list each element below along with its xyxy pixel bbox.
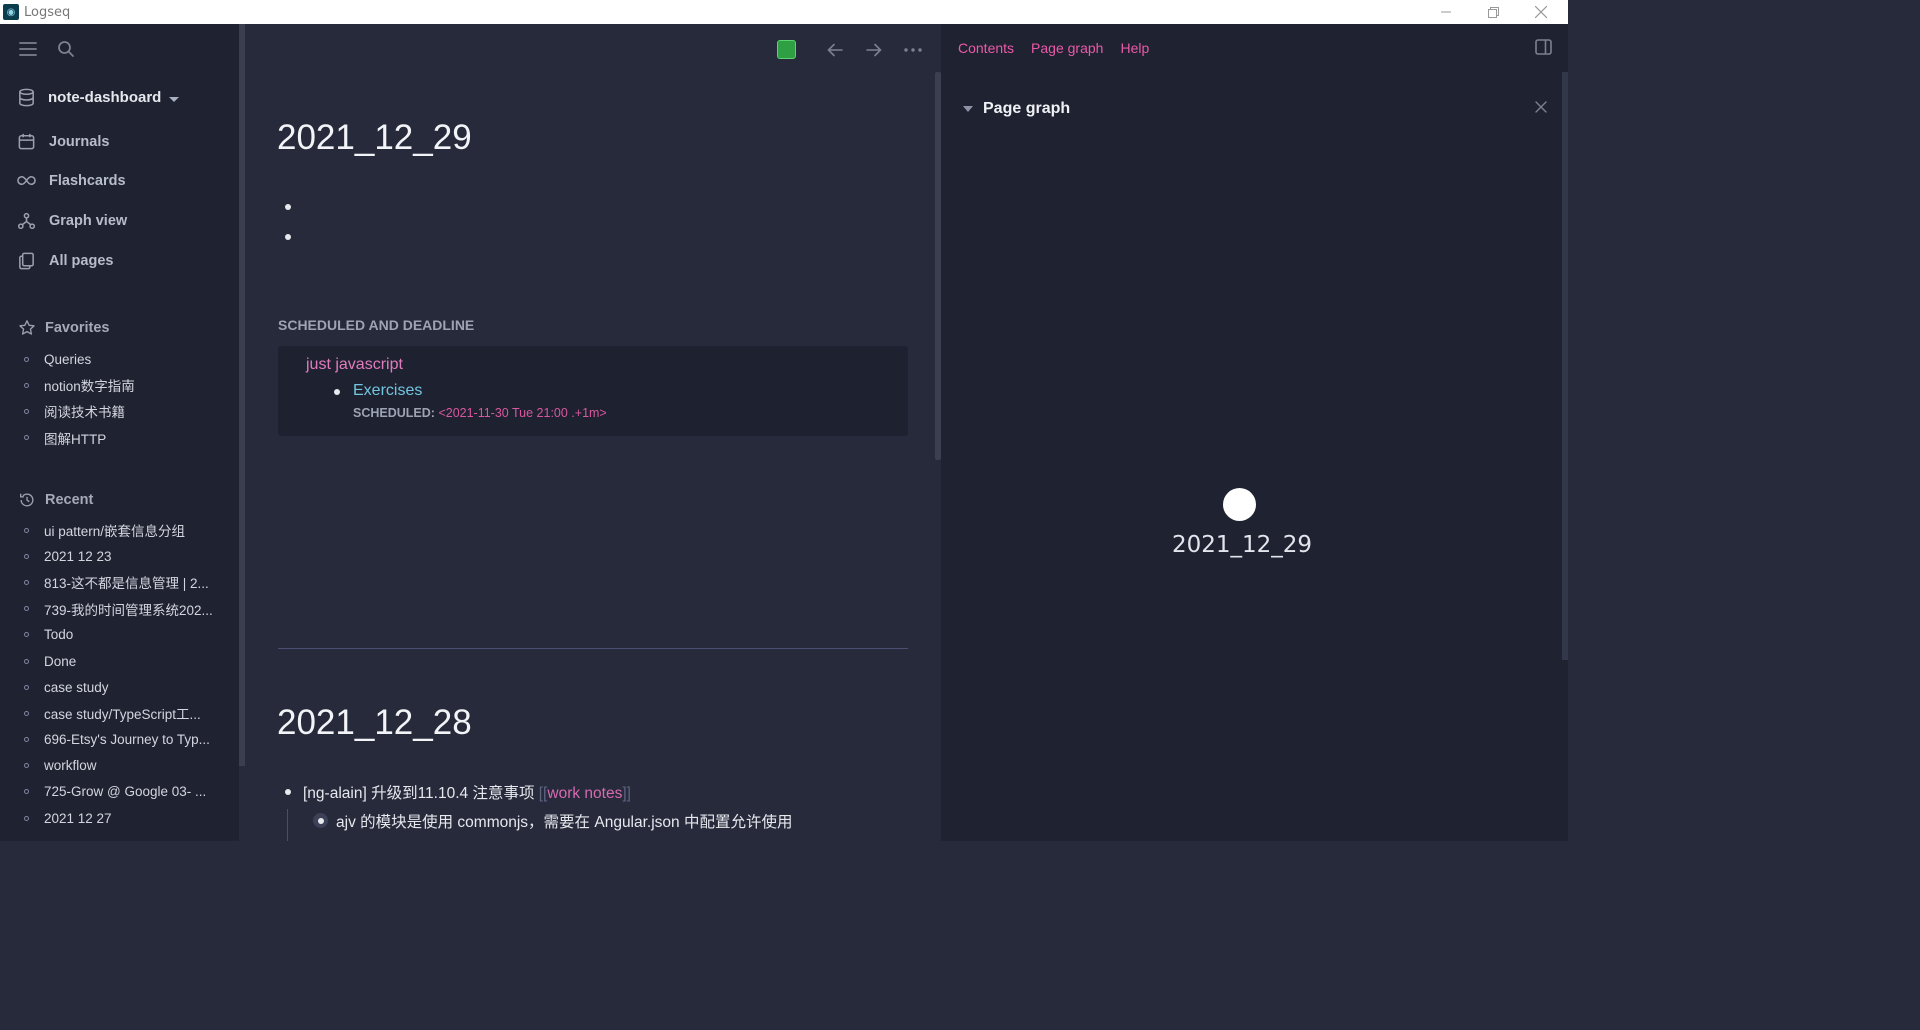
nav-label: All pages — [49, 252, 114, 269]
recent-item[interactable]: 725-Grow @ Google 03- ... — [24, 779, 224, 805]
block-bullet[interactable] — [285, 204, 291, 210]
scheduled-page-link[interactable]: just javascript — [306, 356, 403, 374]
infinity-icon — [17, 175, 36, 186]
recent-item[interactable]: 2021 12 23 — [24, 543, 224, 569]
scheduled-timestamp[interactable]: <2021-11-30 Tue 21:00 .+1m> — [438, 406, 606, 420]
scheduled-panel: just javascript Exercises SCHEDULED: <20… — [278, 346, 908, 436]
block-thread-line — [287, 809, 288, 841]
recent-title: Recent — [45, 492, 94, 508]
scheduled-block-link[interactable]: Exercises — [353, 382, 422, 400]
logseq-logo-icon: ◉ — [3, 4, 19, 20]
block-bullet[interactable] — [334, 389, 340, 395]
graph-switcher[interactable]: note-dashboard — [17, 88, 180, 107]
scheduled-heading: SCHEDULED AND DEADLINE — [278, 317, 475, 333]
arrow-right-icon[interactable] — [864, 40, 884, 60]
database-icon — [19, 88, 34, 107]
calendar-icon — [18, 133, 35, 150]
block-content[interactable]: [ng-alain] 升级到11.10.4 注意事项 [[work notes]… — [303, 781, 631, 803]
left-sidebar: note-dashboard Journals Flashcards Graph… — [0, 24, 239, 841]
page-graph-title: Page graph — [983, 100, 1071, 117]
nav-label: Graph view — [49, 212, 128, 229]
journal-title[interactable]: 2021_12_28 — [277, 703, 472, 743]
toggle-right-sidebar-icon[interactable] — [1534, 38, 1552, 56]
history-icon — [20, 493, 34, 507]
tab-page-graph[interactable]: Page graph — [1031, 40, 1103, 56]
title-bar: ◉ Logseq — [0, 0, 1568, 24]
tab-help[interactable]: Help — [1120, 40, 1149, 56]
favorites-list: Queries notion数字指南 阅读技术书籍 图解HTTP — [24, 346, 224, 451]
nav-all-pages[interactable]: All pages — [17, 251, 113, 270]
minimize-icon[interactable] — [1423, 0, 1469, 24]
recent-header[interactable]: Recent — [18, 491, 93, 509]
right-tabs: Contents Page graph Help — [958, 40, 1149, 56]
chevron-down-icon — [169, 96, 180, 102]
graph-icon — [17, 212, 36, 230]
graph-node-label: 2021_12_29 — [1172, 532, 1313, 558]
right-sidebar: Contents Page graph Help Page graph 2021… — [941, 24, 1568, 841]
star-icon — [19, 320, 35, 335]
recent-item[interactable]: ui pattern/嵌套信息分组 — [24, 517, 224, 543]
arrow-left-icon[interactable] — [825, 40, 845, 60]
recent-item[interactable]: case study — [24, 674, 224, 700]
recent-item[interactable]: Done — [24, 648, 224, 674]
scheduled-label: SCHEDULED: — [353, 406, 435, 420]
menu-icon[interactable] — [18, 40, 38, 58]
close-icon[interactable] — [1535, 100, 1547, 118]
recent-item[interactable]: workflow — [24, 753, 224, 779]
restore-icon[interactable] — [1470, 0, 1516, 24]
right-scrollbar[interactable] — [1562, 72, 1568, 660]
recent-list: ui pattern/嵌套信息分组 2021 12 23 813-这不都是信息管… — [24, 517, 224, 841]
nav-label: Flashcards — [49, 172, 126, 189]
scheduled-meta: SCHEDULED: <2021-11-30 Tue 21:00 .+1m> — [353, 406, 607, 420]
close-icon[interactable] — [1518, 0, 1564, 24]
recent-item[interactable]: 813-这不都是信息管理 | 2... — [24, 569, 224, 595]
nav-journals[interactable]: Journals — [17, 132, 109, 151]
favorites-header[interactable]: Favorites — [18, 319, 109, 337]
recent-item[interactable]: Todo — [24, 622, 224, 648]
page-graph-header[interactable]: Page graph — [963, 100, 1070, 118]
nav-graph-view[interactable]: Graph view — [17, 211, 127, 230]
favorite-item[interactable]: notion数字指南 — [24, 372, 224, 398]
block-text: [ng-alain] 升级到11.10.4 注意事项 — [303, 785, 539, 802]
favorite-item[interactable]: Queries — [24, 346, 224, 372]
sync-status-indicator[interactable] — [777, 40, 796, 59]
ref-bracket: ]] — [622, 785, 631, 802]
block-bullet[interactable] — [285, 789, 291, 795]
search-icon[interactable] — [56, 39, 76, 59]
journal-divider — [278, 648, 908, 649]
recent-item[interactable]: ... — [24, 831, 224, 841]
main-content: 2021_12_29 SCHEDULED AND DEADLINE just j… — [245, 24, 935, 841]
block-content[interactable]: ajv 的模块是使用 commonjs，需要在 Angular.json 中配置… — [336, 810, 792, 832]
recent-item[interactable]: 739-我的时间管理系统202... — [24, 596, 224, 622]
nav-flashcards[interactable]: Flashcards — [17, 171, 126, 190]
journal-title[interactable]: 2021_12_29 — [277, 118, 472, 158]
favorites-title: Favorites — [45, 320, 110, 336]
recent-item[interactable]: 696-Etsy's Journey to Typ... — [24, 727, 224, 753]
recent-item[interactable]: 2021 12 27 — [24, 805, 224, 831]
graph-name: note-dashboard — [48, 89, 162, 106]
graph-node[interactable] — [1223, 488, 1256, 521]
tab-contents[interactable]: Contents — [958, 40, 1014, 56]
pages-icon — [19, 252, 34, 270]
favorite-item[interactable]: 阅读技术书籍 — [24, 398, 224, 424]
page-ref-link[interactable]: work notes — [547, 785, 622, 802]
collapsed-block-bullet[interactable] — [313, 813, 328, 828]
recent-item[interactable]: case study/TypeScript工... — [24, 700, 224, 726]
nav-label: Journals — [49, 133, 110, 150]
collapse-triangle-icon[interactable] — [963, 106, 973, 112]
favorite-item[interactable]: 图解HTTP — [24, 425, 224, 451]
window-title: Logseq — [24, 4, 71, 20]
more-icon[interactable] — [903, 40, 923, 60]
block-bullet[interactable] — [285, 234, 291, 240]
